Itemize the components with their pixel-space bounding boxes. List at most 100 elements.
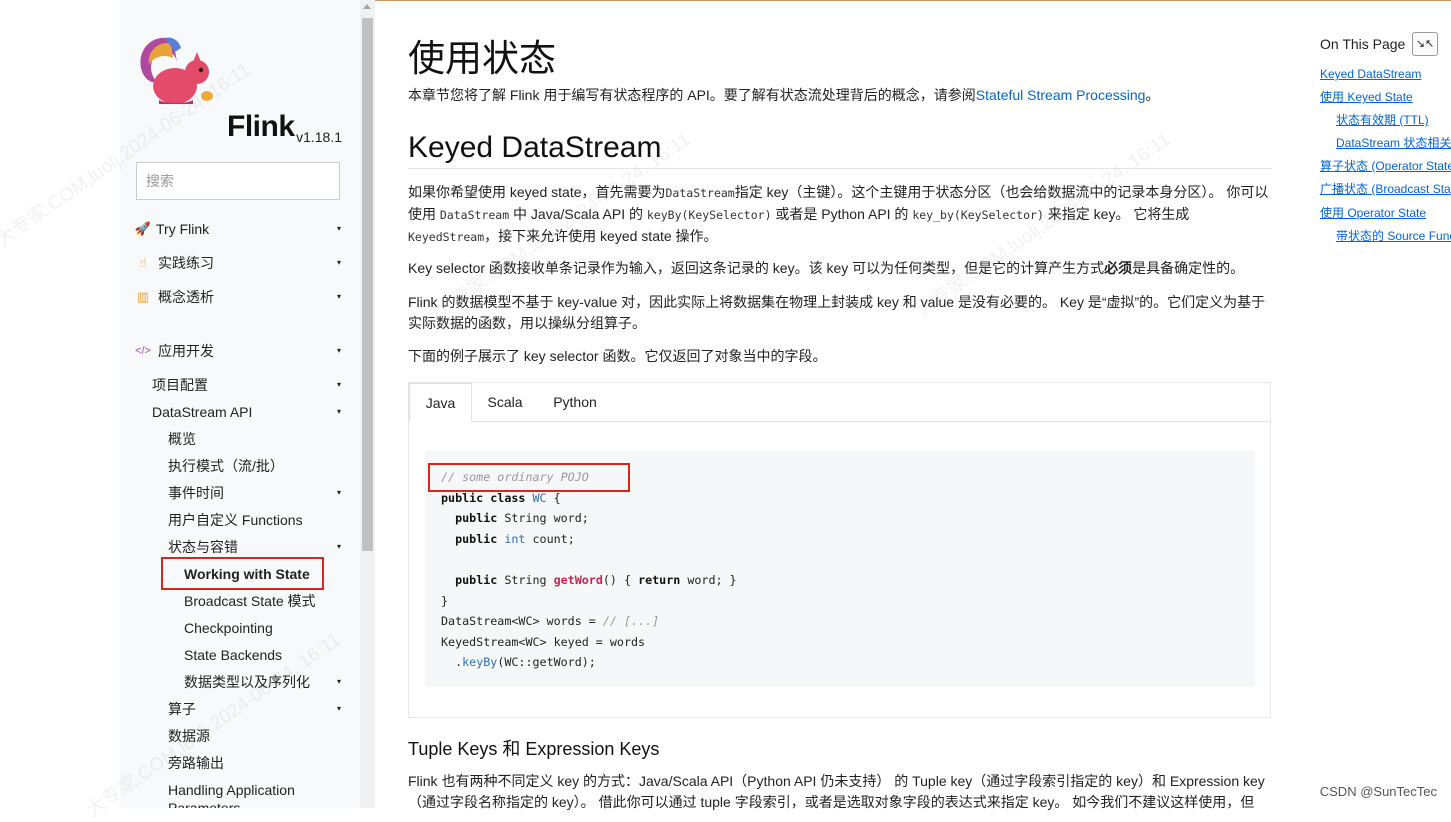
- chevron-down-icon[interactable]: ▾: [337, 254, 341, 272]
- toc-link-broadcast-state[interactable]: 广播状态 (Broadcast Sta: [1320, 181, 1451, 197]
- intro-paragraph: 本章节您将了解 Flink 用于编写有状态程序的 API。要了解有状态流处理背后…: [408, 85, 1272, 106]
- left-margin: [0, 0, 120, 808]
- code-function: keyBy: [462, 655, 498, 670]
- subsection-title-tuple-keys: Tuple Keys 和 Expression Keys: [408, 739, 660, 759]
- toc-link-keyed-datastream[interactable]: Keyed DataStream: [1320, 66, 1421, 82]
- text: 如果你希望使用 keyed state，首先需要为: [408, 184, 666, 200]
- code-type: int: [504, 531, 526, 546]
- rocket-icon: 🚀: [134, 221, 152, 236]
- code-keyword: public: [455, 511, 498, 526]
- text: ，接下来允许使用 keyed state 操作。: [484, 228, 718, 244]
- sidebar-item-label: 项目配置: [152, 377, 208, 393]
- main-content: 使用状态 本章节您将了解 Flink 用于编写有状态程序的 API。要了解有状态…: [408, 0, 1272, 810]
- sidebar: Flink v1.18.1 🚀 Try Flink ▾ ☝ 实践练习 ▾ ▥ 概…: [120, 0, 360, 808]
- tab-java[interactable]: Java: [409, 383, 472, 422]
- stateful-stream-processing-link[interactable]: Stateful Stream Processing: [976, 87, 1146, 103]
- chevron-down-icon[interactable]: ▾: [337, 342, 341, 360]
- collapse-icon[interactable]: ↘↖: [1412, 32, 1438, 56]
- code-text: word; }: [680, 572, 737, 587]
- sidebar-item-working-with-state[interactable]: Working with State: [184, 565, 310, 583]
- chevron-down-icon[interactable]: ▾: [337, 700, 341, 718]
- intro-text: 本章节您将了解 Flink 用于编写有状态程序的 API。要了解有状态流处理背后…: [408, 87, 976, 103]
- chevron-down-icon[interactable]: ▾: [337, 673, 341, 691]
- toc-title: On This Page: [1320, 36, 1406, 52]
- toc-link-stateful-source[interactable]: 带状态的 Source Func: [1336, 228, 1451, 244]
- version-label: v1.18.1: [296, 129, 342, 145]
- sidebar-item-label: 应用开发: [158, 343, 214, 359]
- text: 或者是 Python API 的: [771, 206, 913, 222]
- toc-link-datastream-state[interactable]: DataStream 状态相关: [1336, 135, 1451, 151]
- code-icon: </>: [135, 345, 151, 357]
- code-text: KeyedStream<WC> keyed = words: [441, 634, 646, 649]
- page-title: 使用状态: [408, 38, 556, 79]
- code-text: String word;: [497, 511, 589, 526]
- toc-link-keyed-state[interactable]: 使用 Keyed State: [1320, 89, 1413, 105]
- sidebar-scrollbar[interactable]: [360, 0, 375, 808]
- sidebar-item-app-parameters[interactable]: Handling Application Parameters: [168, 781, 328, 808]
- inline-code: KeyedStream: [408, 230, 485, 244]
- sidebar-item-broadcast-state[interactable]: Broadcast State 模式: [184, 592, 316, 610]
- sidebar-item-checkpointing[interactable]: Checkpointing: [184, 619, 273, 637]
- toc-link-use-operator-state[interactable]: 使用 Operator State: [1320, 205, 1426, 221]
- section-title-keyed-datastream: Keyed DataStream: [408, 131, 1272, 169]
- squirrel-logo-icon: [140, 37, 213, 104]
- data-model-paragraph: Flink 的数据模型不基于 key-value 对，因此实际上将数据集在物理上…: [408, 294, 1266, 331]
- code-text: {: [546, 490, 561, 505]
- tuple-keys-paragraph: Flink 也有两种不同定义 key 的方式：Java/Scala API（Py…: [408, 773, 1265, 810]
- brand-name: Flink: [227, 110, 295, 143]
- code-keyword: public class: [441, 490, 526, 505]
- highlight-box-comment: [428, 463, 630, 492]
- chevron-down-icon[interactable]: ▾: [337, 538, 341, 556]
- code-keyword: return: [638, 572, 681, 587]
- sidebar-item-label: Try Flink: [156, 221, 210, 237]
- sidebar-item-label: 事件时间: [168, 485, 224, 501]
- tab-python[interactable]: Python: [541, 383, 609, 421]
- text: 中 Java/Scala API 的: [509, 206, 647, 222]
- sidebar-item-state-backends[interactable]: State Backends: [184, 646, 282, 664]
- inline-code: keyBy(KeySelector): [646, 208, 772, 222]
- sidebar-item-label: 实践练习: [158, 255, 214, 271]
- flink-logo[interactable]: Flink: [135, 34, 295, 143]
- code-comment: // [...]: [602, 614, 660, 629]
- text: 来指定 key。 它将生成: [1043, 206, 1190, 222]
- sidebar-item-user-functions[interactable]: 用户自定义 Functions: [168, 511, 303, 529]
- code-keyword: public: [455, 531, 498, 546]
- inline-code: DataStream: [665, 186, 735, 200]
- key-selector-paragraph: Key selector 函数接收单条记录作为输入，返回这条记录的 key。该 …: [408, 258, 1272, 279]
- code-text: () {: [602, 572, 639, 587]
- inline-code: key_by(KeySelector): [912, 208, 1044, 222]
- tab-scala[interactable]: Scala: [475, 383, 535, 421]
- sidebar-item-execution-mode[interactable]: 执行模式（流/批）: [168, 457, 284, 475]
- scrollbar-thumb[interactable]: [362, 18, 373, 551]
- scroll-up-arrow-icon[interactable]: [363, 4, 371, 9]
- sidebar-item-sources[interactable]: 数据源: [168, 727, 210, 745]
- map-icon: ▥: [136, 289, 150, 304]
- intro-end: 。: [1145, 87, 1160, 103]
- code-content: // some ordinary POJO public class WC { …: [441, 467, 737, 673]
- inline-code: DataStream: [439, 208, 510, 222]
- sidebar-item-overview[interactable]: 概览: [168, 430, 196, 448]
- code-text: .: [441, 655, 463, 670]
- toc-link-ttl[interactable]: 状态有效期 (TTL): [1336, 112, 1429, 128]
- sidebar-item-label: 数据类型以及序列化: [184, 674, 310, 690]
- text: Key selector 函数接收单条记录作为输入，返回这条记录的 key。该 …: [408, 260, 1105, 276]
- toc-link-operator-state[interactable]: 算子状态 (Operator State: [1320, 158, 1451, 174]
- hand-pointer-icon: ☝: [139, 255, 147, 270]
- csdn-credit: CSDN @SunTecTec: [1319, 784, 1437, 799]
- code-text: count;: [525, 531, 575, 546]
- example-intro-paragraph: 下面的例子展示了 key selector 函数。它仅返回了对象当中的字段。: [408, 348, 827, 364]
- search-input[interactable]: [136, 162, 340, 200]
- sidebar-item-label: 状态与容错: [168, 539, 238, 555]
- code-text: (WC::getWord);: [497, 655, 596, 670]
- chevron-down-icon[interactable]: ▾: [337, 220, 341, 238]
- chevron-down-icon[interactable]: ▾: [337, 484, 341, 502]
- code-text: DataStream<WC> words =: [441, 614, 603, 629]
- code-type: WC: [532, 490, 547, 505]
- code-keyword: public: [455, 572, 498, 587]
- chevron-down-icon[interactable]: ▾: [337, 403, 341, 421]
- chevron-down-icon[interactable]: ▾: [337, 288, 341, 306]
- code-function: getWord: [553, 572, 603, 587]
- sidebar-item-side-output[interactable]: 旁路输出: [168, 754, 224, 772]
- sidebar-item-label: 概念透析: [158, 289, 214, 305]
- chevron-down-icon[interactable]: ▾: [337, 376, 341, 394]
